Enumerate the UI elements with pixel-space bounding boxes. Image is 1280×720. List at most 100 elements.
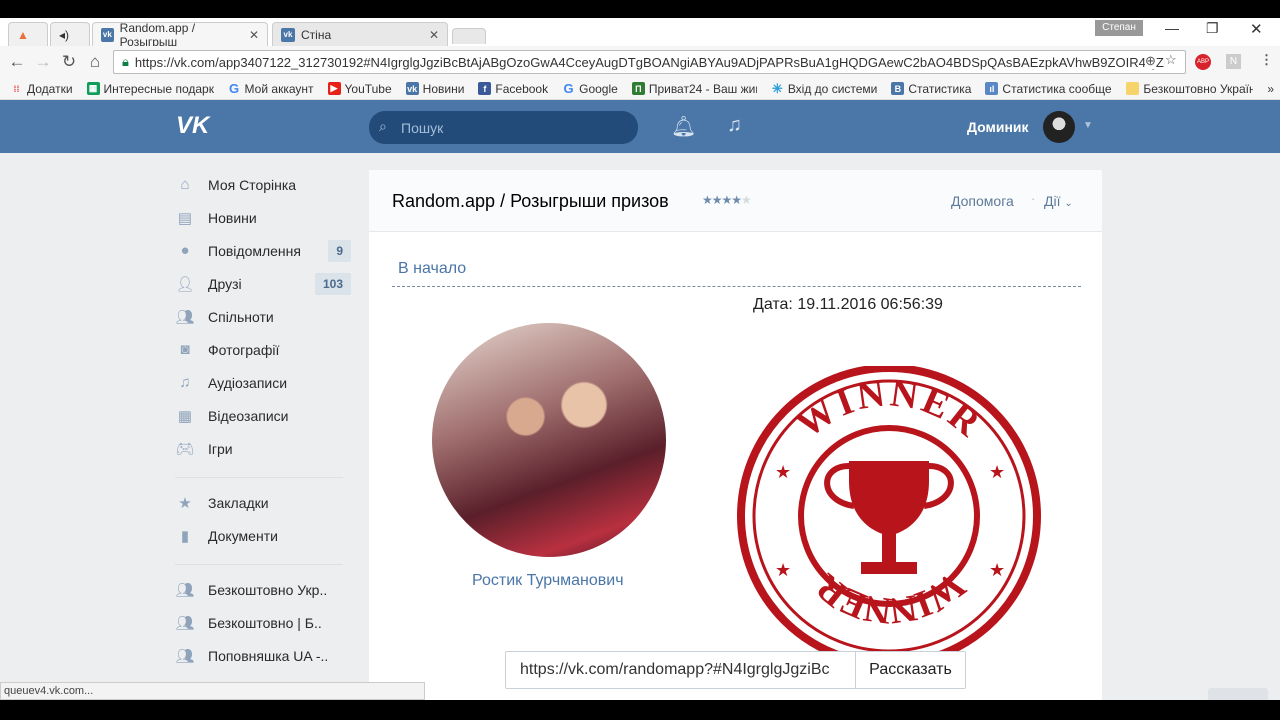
adblock-icon[interactable]: ABP (1195, 54, 1211, 70)
tab-wall[interactable]: vk Стіна ✕ (272, 22, 448, 46)
bookmark-label: Статистика (908, 81, 972, 96)
sidebar-item-video[interactable]: ▦ Відеозаписи (175, 402, 351, 430)
groups-icon: 👥︎ (175, 309, 195, 326)
back-to-start-link[interactable]: В начало (398, 260, 466, 278)
friends-count-badge: 103 (314, 273, 351, 295)
news-icon: ▤ (177, 210, 193, 227)
sidebar-item-documents[interactable]: ▮ Документи (175, 522, 351, 550)
sidebar-item-friends[interactable]: 👤︎ Друзі 103 (175, 270, 351, 298)
tab-label: Random.app / Розыгрыш (119, 20, 196, 49)
music-icon[interactable]: ♫ (727, 114, 742, 137)
close-icon[interactable]: ✕ (429, 28, 439, 42)
bookmark[interactable]: Безкоштовно Україна (1126, 82, 1253, 96)
group-icon: 👥︎ (175, 582, 195, 599)
music-icon: ♫ (179, 374, 191, 391)
bookmark[interactable]: G Мой аккаунт (228, 81, 314, 96)
sidebar-item-label: Безкоштовно Укр.. (208, 582, 328, 598)
search-input[interactable]: ⌕ Пошук (369, 111, 638, 144)
zoom-icon[interactable]: ⊕ (1145, 53, 1156, 69)
home-icon[interactable]: ⌂ (82, 52, 108, 72)
bookmark-star-icon[interactable]: ☆ (1165, 52, 1177, 68)
extension-n-icon[interactable]: N (1226, 54, 1241, 69)
bookmark[interactable]: ППриват24 - Ваш живий (631, 81, 757, 96)
more-bookmarks-icon[interactable]: » (1267, 82, 1274, 96)
bookmark[interactable]: ▶ YouTube (327, 82, 392, 96)
bookmark-label: Google (579, 81, 618, 96)
pinned-tab-audio[interactable]: ◂) (50, 22, 90, 46)
sidebar-item-label: Фотографії (208, 342, 280, 358)
bottom-black-bar (0, 700, 1280, 720)
sidebar-item-groups[interactable]: 👥︎ Спільноти (175, 303, 351, 331)
pinned-tab[interactable]: ▲ (8, 22, 48, 46)
sidebar-item-group[interactable]: 👥︎ Поповняшка UA -.. (175, 642, 351, 670)
restore-button[interactable]: ❐ (1206, 20, 1219, 37)
minimize-button[interactable]: — (1165, 20, 1179, 36)
tab-strip: ▲ ◂) vk Random.app / Розыгрыш ✕ vk Стіна ✕ С… (0, 18, 1280, 49)
chevron-down-icon: ⌄ (1064, 198, 1073, 209)
sidebar-item-games[interactable]: 🎮︎ Ігри (175, 435, 351, 463)
profile-button[interactable]: Степан (1095, 20, 1143, 36)
vk-header: VK 🔔︎ ♫ Доминик ▼ (0, 100, 1280, 153)
sidebar-item-audio[interactable]: ♫ Аудіозаписи (175, 369, 351, 397)
bookmark[interactable]: G Google (562, 81, 618, 96)
bookmark[interactable]: vk Новини (405, 81, 465, 96)
bookmark[interactable]: ıl Статистика сообщест (985, 82, 1112, 96)
winner-avatar[interactable] (432, 323, 666, 557)
app-card: Random.app / Розыгрыши призов ★★★★★ Допо… (369, 170, 1102, 710)
chevron-down-icon[interactable]: ▼ (1083, 120, 1093, 131)
home-icon: ⌂ (180, 176, 190, 193)
bookmark-label: Новини (422, 81, 465, 96)
vk-logo[interactable]: VK (176, 112, 209, 140)
bookmark[interactable]: ✳ Вхід до системи (771, 80, 878, 96)
sidebar-item-label: Друзі (208, 276, 242, 292)
search-placeholder: Пошук (401, 119, 444, 136)
sidebar-item-group[interactable]: 👥︎ Безкоштовно | Б.. (175, 609, 351, 637)
sidebar-item-label: Аудіозаписи (208, 375, 288, 391)
bookmark[interactable]: B Статистика (891, 82, 971, 96)
sidebar-item-label: Безкоштовно | Б.. (208, 615, 322, 631)
address-bar[interactable]: 🔒︎ https://vk.com/app3407122_312730192#N4… (113, 50, 1186, 74)
chat-toggle-button[interactable] (1208, 688, 1268, 700)
back-icon[interactable]: ← (4, 52, 30, 72)
actions-menu[interactable]: Дії ⌄ (1044, 193, 1073, 209)
window-close-button[interactable]: ✕ (1250, 20, 1263, 38)
tab-random-app[interactable]: vk Random.app / Розыгрыш ✕ (92, 20, 268, 49)
apps-icon: ⁞⁞ (13, 83, 20, 94)
avatar[interactable] (1043, 111, 1075, 143)
bookmark[interactable]: ▦ Интересные подарки (86, 81, 214, 96)
sidebar-item-photos[interactable]: ◙ Фотографії (175, 336, 351, 364)
winner-name-link[interactable]: Ростик Турчманович (472, 572, 624, 590)
sidebar-item-news[interactable]: ▤ Новини (175, 204, 351, 232)
sidebar-item-label: Повідомлення (208, 243, 301, 259)
sidebar-item-bookmarks[interactable]: ★ Закладки (175, 489, 351, 517)
bookmark[interactable]: f Facebook (478, 82, 548, 96)
star-icon: ★ (178, 495, 192, 512)
winner-stamp: WINNER WINNER ★ ★ ★ ★ (737, 366, 1041, 654)
bookmark-apps[interactable]: ⁞⁞ Додатки (10, 82, 73, 96)
dashed-divider (392, 286, 1081, 287)
gamepad-icon: 🎮︎ (175, 441, 195, 458)
asterisk-icon: ✳ (771, 80, 783, 96)
sidebar-item-label: Новини (208, 210, 257, 226)
share-button[interactable]: Рассказать (855, 651, 966, 689)
forward-icon[interactable]: → (30, 52, 56, 72)
notifications-bell-icon[interactable]: 🔔︎ (671, 114, 696, 139)
sidebar-item-my-page[interactable]: ⌂ Моя Сторінка (175, 171, 351, 199)
help-link[interactable]: Допомога (951, 193, 1014, 209)
sidebar-item-messages[interactable]: ● Повідомлення 9 (175, 237, 351, 265)
share-url-input[interactable]: https://vk.com/randomapp?#N4IgrglgJgziBc (505, 651, 856, 689)
camera-icon: ◙ (180, 341, 190, 358)
user-name[interactable]: Доминик (967, 119, 1029, 135)
sidebar-item-label: Відеозаписи (208, 408, 289, 424)
bookmark-label: Интересные подарки (103, 81, 214, 96)
sidebar-item-group[interactable]: 👥︎ Безкоштовно Укр.. (175, 576, 351, 604)
bookmark-label: Приват24 - Ваш живий (648, 81, 757, 96)
app-icon: ▲ (17, 27, 29, 42)
menu-icon[interactable]: ⋮ (1260, 52, 1273, 68)
folder-icon (1126, 82, 1140, 95)
b-icon: B (891, 82, 905, 95)
close-icon[interactable]: ✕ (249, 28, 259, 42)
bookmark-label: Facebook (495, 81, 549, 96)
new-tab-button[interactable] (452, 28, 486, 44)
reload-icon[interactable]: ↻ (56, 52, 82, 72)
